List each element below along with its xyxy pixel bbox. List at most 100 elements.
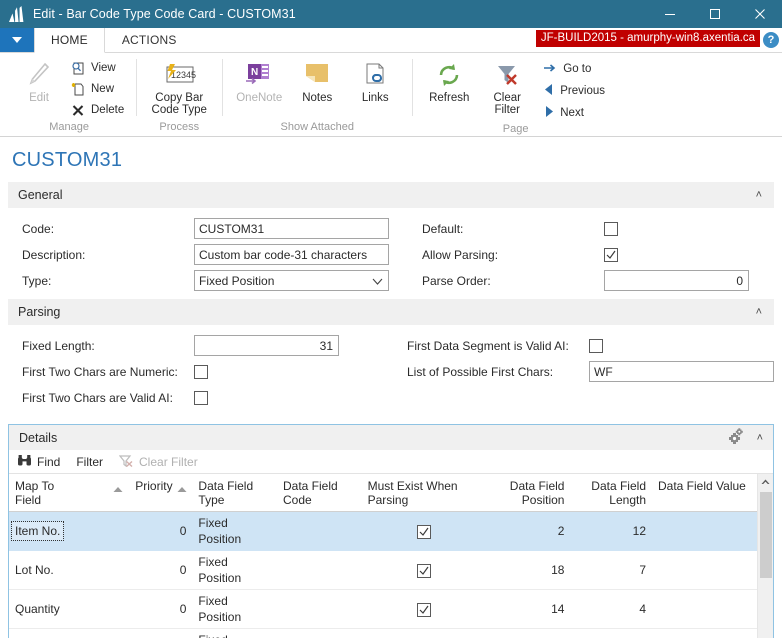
cell-must-exist-when-parsing[interactable]: [362, 590, 487, 629]
description-input[interactable]: Custom bar code-31 characters: [194, 244, 389, 265]
col-data-field-value[interactable]: Data Field Value: [652, 474, 757, 512]
cell-data-field-code[interactable]: [277, 629, 362, 639]
cell-data-field-length[interactable]: 12: [570, 512, 652, 551]
minimize-button[interactable]: [647, 0, 692, 28]
help-icon[interactable]: ?: [763, 32, 779, 48]
cell-data-field-position[interactable]: 2: [487, 512, 571, 551]
checkmark-icon: [419, 605, 429, 615]
table-row[interactable]: Net Weight 0 Fixed Position 25 7: [9, 629, 757, 639]
new-page-icon: [70, 81, 86, 97]
chevron-up-icon[interactable]: ˄: [757, 432, 767, 444]
new-button[interactable]: New: [68, 79, 128, 99]
cell-priority[interactable]: 0: [129, 590, 192, 629]
col-data-field-type[interactable]: Data Field Type: [192, 474, 277, 512]
cell-must-exist-when-parsing[interactable]: [362, 551, 487, 590]
cell-data-field-position[interactable]: 25: [487, 629, 571, 639]
gears-icon[interactable]: [727, 428, 745, 447]
close-button[interactable]: [737, 0, 782, 28]
col-map-to-field[interactable]: Map To Field: [9, 474, 129, 512]
must-exist-checkbox[interactable]: [417, 603, 431, 617]
must-exist-checkbox[interactable]: [417, 525, 431, 539]
details-header[interactable]: Details: [9, 425, 773, 450]
table-row[interactable]: Quantity 0 Fixed Position 14 4: [9, 590, 757, 629]
onenote-button[interactable]: N OneNote: [230, 56, 288, 104]
links-button[interactable]: Links: [346, 56, 404, 104]
cell-must-exist-when-parsing[interactable]: [362, 629, 487, 639]
filter-button[interactable]: Filter: [76, 455, 103, 469]
cell-priority[interactable]: 0: [129, 629, 192, 639]
field-list-possible-first-chars-label: List of Possible First Chars:: [407, 365, 589, 379]
quick-access-dropdown-button[interactable]: [0, 28, 34, 52]
cell-data-field-code[interactable]: [277, 590, 362, 629]
notes-button[interactable]: Notes: [288, 56, 346, 104]
copy-bar-code-type-button[interactable]: 12345 Copy BarCode Type: [144, 56, 214, 116]
cell-data-field-code[interactable]: [277, 551, 362, 590]
maximize-button[interactable]: [692, 0, 737, 28]
cell-map-to-field[interactable]: Item No.: [9, 512, 129, 551]
next-button[interactable]: Next: [544, 103, 605, 123]
chevron-up-icon[interactable]: ˄: [756, 306, 766, 318]
next-button-label: Next: [560, 107, 584, 119]
col-must-exist-when-parsing[interactable]: Must Exist When Parsing: [362, 474, 487, 512]
cell-map-to-field[interactable]: Net Weight: [9, 629, 129, 639]
chevron-up-icon[interactable]: ˄: [756, 189, 766, 201]
cell-data-field-value[interactable]: [652, 512, 757, 551]
first-two-chars-valid-ai-checkbox[interactable]: [194, 391, 208, 405]
sort-ascending-icon: [113, 479, 123, 501]
scrollbar-thumb[interactable]: [760, 492, 772, 578]
col-data-field-code[interactable]: Data Field Code: [277, 474, 362, 512]
fasttab-general-header[interactable]: General ˄: [8, 182, 774, 208]
cell-priority[interactable]: 0: [129, 512, 192, 551]
cell-data-field-length[interactable]: 7: [570, 629, 652, 639]
cell-data-field-type[interactable]: Fixed Position: [192, 512, 277, 551]
view-button[interactable]: View: [68, 58, 128, 78]
cell-data-field-value[interactable]: [652, 629, 757, 639]
cell-map-to-field[interactable]: Quantity: [9, 590, 129, 629]
cell-data-field-length[interactable]: 4: [570, 590, 652, 629]
table-row[interactable]: Item No. 0 Fixed Position 2 12: [9, 512, 757, 551]
cell-data-field-type[interactable]: Fixed Position: [192, 629, 277, 639]
previous-button[interactable]: Previous: [544, 81, 605, 101]
cell-data-field-length[interactable]: 7: [570, 551, 652, 590]
must-exist-checkbox[interactable]: [417, 564, 431, 578]
cell-data-field-type[interactable]: Fixed Position: [192, 590, 277, 629]
code-input[interactable]: CUSTOM31: [194, 218, 389, 239]
cell-priority[interactable]: 0: [129, 551, 192, 590]
cell-data-field-code[interactable]: [277, 512, 362, 551]
cell-data-field-position[interactable]: 18: [487, 551, 571, 590]
cell-data-field-value[interactable]: [652, 590, 757, 629]
list-possible-first-chars-input[interactable]: WF: [589, 361, 774, 382]
col-data-field-position[interactable]: Data Field Position: [487, 474, 571, 512]
fixed-length-input[interactable]: 31: [194, 335, 339, 356]
first-two-chars-numeric-checkbox[interactable]: [194, 365, 208, 379]
parse-order-input[interactable]: 0: [604, 270, 749, 291]
clear-filter-grid-button[interactable]: Clear Filter: [119, 454, 198, 470]
ribbon-group-manage: Edit View: [2, 53, 136, 136]
allow-parsing-checkbox[interactable]: [604, 248, 618, 262]
chevron-down-icon[interactable]: [372, 274, 383, 288]
tab-actions[interactable]: ACTIONS: [105, 28, 194, 52]
col-data-field-length[interactable]: Data Field Length: [570, 474, 652, 512]
delete-button[interactable]: Delete: [68, 100, 128, 120]
tab-home[interactable]: HOME: [34, 28, 105, 53]
default-checkbox[interactable]: [604, 222, 618, 236]
edit-button[interactable]: Edit: [10, 56, 68, 104]
field-code-label: Code:: [22, 222, 194, 236]
cell-map-to-field[interactable]: Lot No.: [9, 551, 129, 590]
clear-filter-button[interactable]: ClearFilter: [478, 56, 536, 116]
fasttab-parsing-header[interactable]: Parsing ˄: [8, 299, 774, 325]
cell-data-field-position[interactable]: 14: [487, 590, 571, 629]
details-vertical-scrollbar[interactable]: [757, 474, 773, 638]
cell-must-exist-when-parsing[interactable]: [362, 512, 487, 551]
go-to-button[interactable]: Go to: [544, 59, 605, 79]
cell-data-field-value[interactable]: [652, 551, 757, 590]
table-row[interactable]: Lot No. 0 Fixed Position 18 7: [9, 551, 757, 590]
refresh-button[interactable]: Refresh: [420, 56, 478, 104]
first-data-segment-valid-ai-checkbox[interactable]: [589, 339, 603, 353]
type-dropdown[interactable]: Fixed Position: [194, 270, 389, 291]
col-priority[interactable]: Priority: [129, 474, 192, 512]
find-button[interactable]: Find: [17, 454, 60, 470]
ribbon-group-process: 12345 Copy BarCode Type Process: [136, 53, 222, 136]
cell-data-field-type[interactable]: Fixed Position: [192, 551, 277, 590]
scroll-up-arrow-icon[interactable]: [761, 474, 770, 490]
